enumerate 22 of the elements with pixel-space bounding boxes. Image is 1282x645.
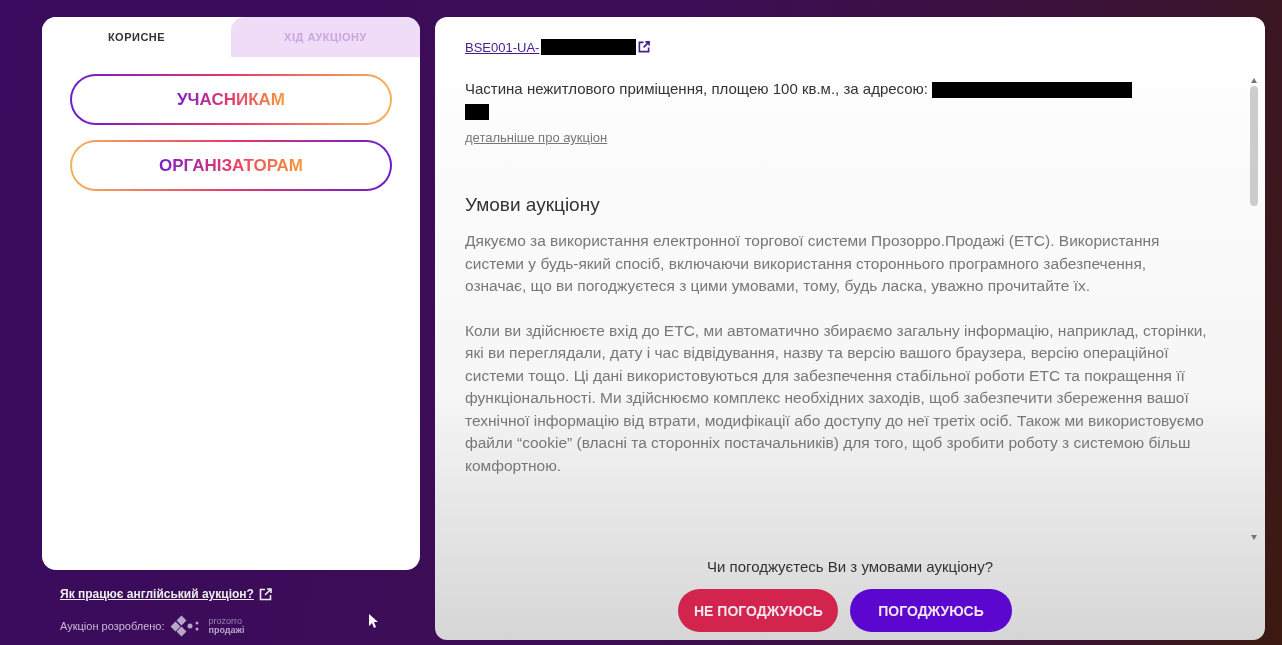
cursor-icon	[369, 614, 380, 628]
external-link-icon	[258, 587, 272, 601]
terms-paragraph: Дякуємо за використання електронної торгової системи Прозорро.Продажі (ЕТС). Використання системи у будь-який спосіб, включаючи використання стороннього програмного забезпечення, означає, що ви погоджуєтеся з цими умовами, тому, будь ласка, уважно прочитайте їх.	[465, 231, 1161, 296]
external-link-icon	[638, 41, 651, 53]
scroll-down-arrow-icon[interactable]	[1251, 535, 1257, 540]
prompt-text: Чи погоджуєтесь Ви з умовами аукціону?	[707, 558, 993, 575]
help-link[interactable]: Як працює англійський аукціон?	[60, 587, 254, 601]
auction-description: Частина нежитлового приміщення, площею 100 кв.м., за адресою:	[465, 80, 928, 97]
role-button[interactable]: УЧАСНИКАМ	[70, 74, 392, 125]
auction-id-link[interactable]: BSE001-UA-	[465, 39, 540, 55]
details-link[interactable]: детальніше про аукціон	[465, 130, 608, 145]
terms-title: Умови аукціону	[465, 194, 601, 216]
answer-button[interactable]: НЕ ПОГОДЖУЮСЬ	[678, 589, 838, 632]
scrollbar-thumb[interactable]	[1250, 86, 1258, 206]
role-button[interactable]: ОРГАНІЗАТОРАМ	[70, 140, 392, 191]
redaction-bar	[465, 104, 489, 121]
logo-text: продажі	[208, 626, 245, 635]
answer-button[interactable]: ПОГОДЖУЮСЬ	[850, 589, 1012, 632]
scroll-up-arrow-icon[interactable]	[1251, 78, 1257, 83]
credit-text: Аукціон розроблено:	[60, 620, 165, 632]
logo-text: prozorro	[208, 617, 243, 626]
terms-paragraph: Коли ви здійснюєте вхід до ЕТС, ми автоматично збираємо загальну інформацію, наприклад, сторінки, які ви переглядали, дату і час відвідування, назву та версію вашого браузера, версію операційної системи тощо. Ці дані використовуються для забезпечення стабільної роботи ЕТС та покращення її функціональності. Ми здійснюємо комплекс необхідних заходів, щоб забезпечити збереження вашої технічної інформацію від втрати, модифікації або доступу до неї третіх осіб. Також ми використовуємо файли “cookie” (власні та сторонніх постачальників) для того, щоб зробити роботу з системою більш комфортною.	[465, 320, 1208, 476]
